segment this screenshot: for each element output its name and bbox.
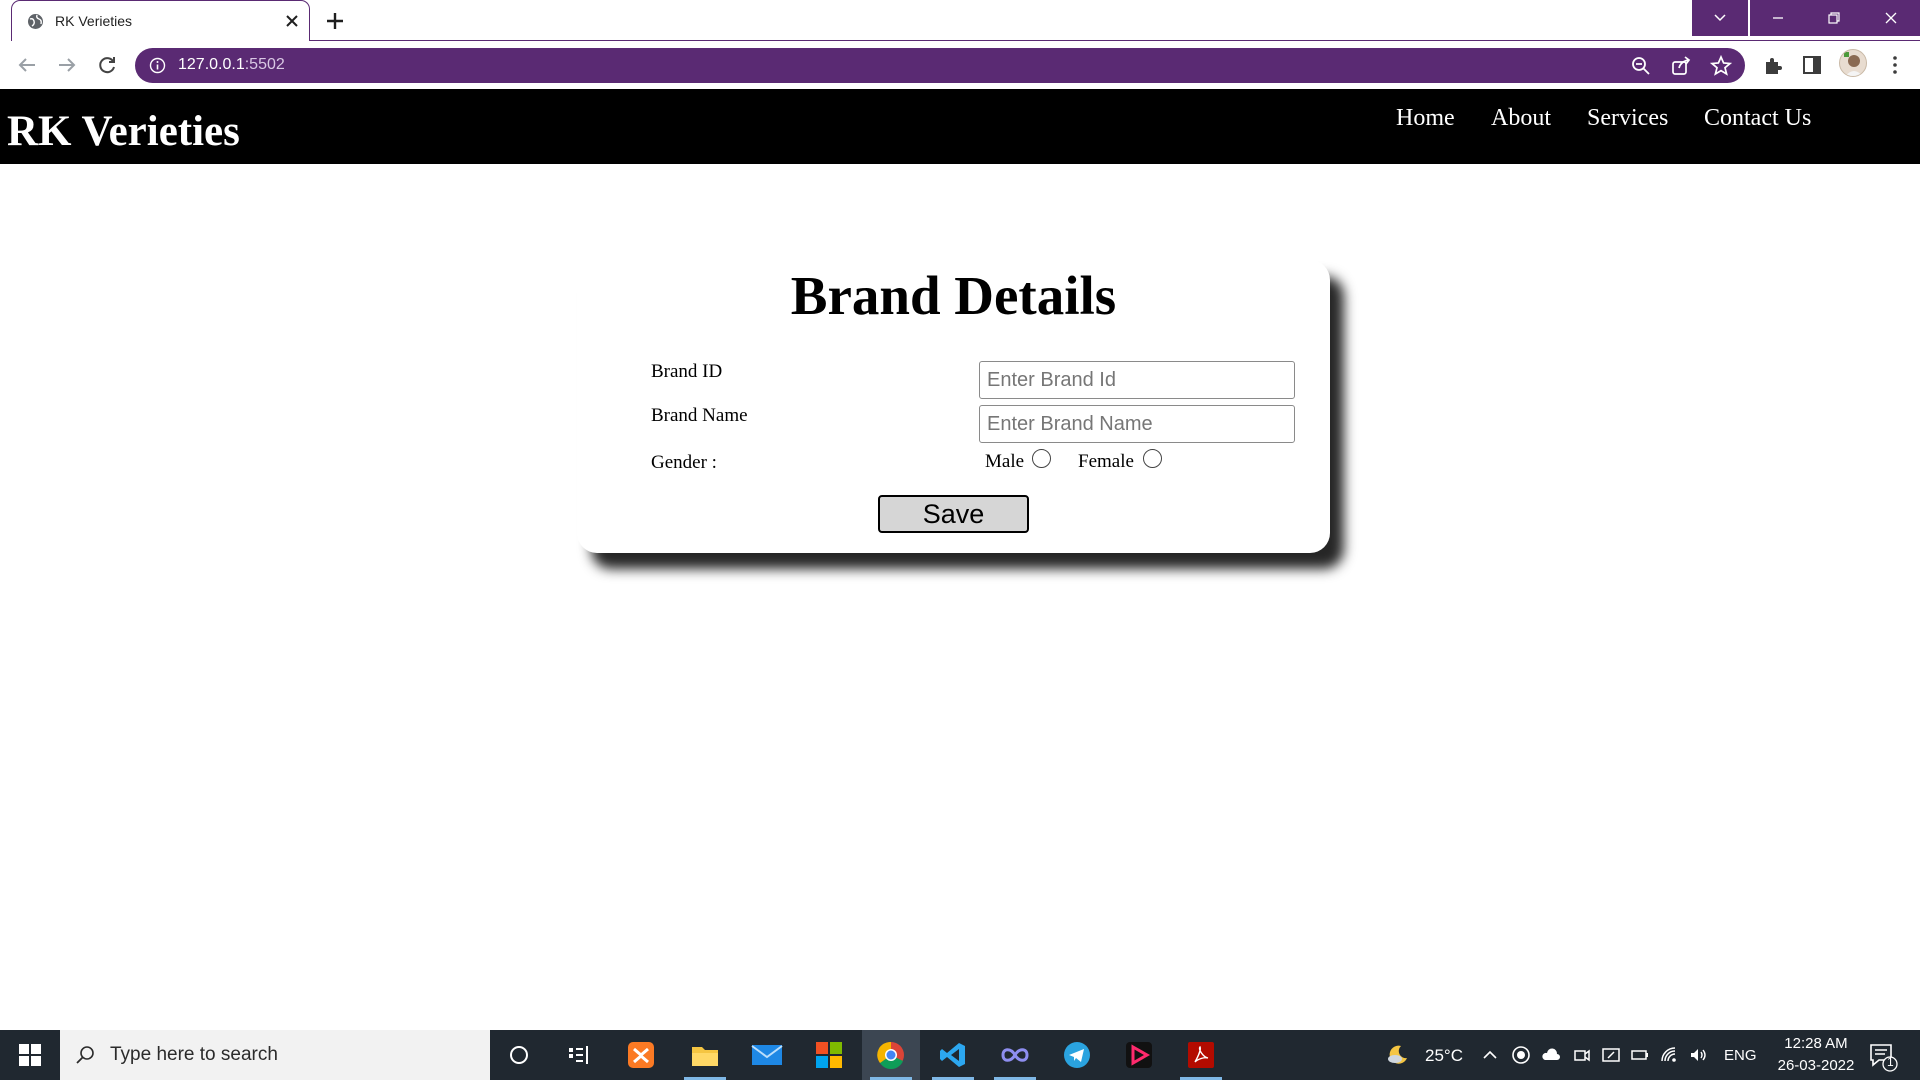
- file-explorer-app[interactable]: [676, 1030, 734, 1080]
- form-title: Brand Details: [790, 265, 1117, 326]
- cortana-button[interactable]: [490, 1030, 548, 1080]
- search-icon: [76, 1046, 94, 1064]
- nav-about-link[interactable]: About: [1491, 105, 1551, 132]
- nav-home-link[interactable]: Home: [1396, 105, 1455, 132]
- acrobat-app[interactable]: [1172, 1030, 1230, 1080]
- pdf-icon: [1188, 1042, 1214, 1068]
- more-menu-icon[interactable]: [1883, 53, 1907, 77]
- tab-search-button[interactable]: [1692, 0, 1748, 36]
- chrome-icon: [877, 1041, 904, 1069]
- clock-date[interactable]: 26-03-2022: [1772, 1057, 1860, 1074]
- task-view-icon: [569, 1046, 588, 1064]
- weather-moon-icon[interactable]: [1386, 1043, 1410, 1067]
- weather-temperature[interactable]: 25°C: [1425, 1046, 1463, 1066]
- profile-picture-icon: [1844, 52, 1863, 76]
- search-placeholder: Type here to search: [110, 1044, 278, 1065]
- cortana-circle-icon: [510, 1046, 528, 1064]
- vscode-icon: [940, 1043, 965, 1067]
- store-tiles-icon: [816, 1042, 842, 1068]
- battery-icon[interactable]: [1630, 1045, 1650, 1065]
- telegram-app[interactable]: [1048, 1030, 1106, 1080]
- new-tab-icon[interactable]: [323, 9, 347, 33]
- reload-icon[interactable]: [95, 53, 119, 77]
- browser-tab-strip: RK Verieties: [0, 0, 1920, 41]
- globe-icon: [28, 14, 43, 29]
- brand-details-card: Brand Details Brand ID Brand Name Gender…: [577, 260, 1330, 553]
- gender-label: Gender :: [651, 452, 717, 473]
- close-window-button[interactable]: [1862, 0, 1920, 36]
- mail-envelope-icon: [751, 1045, 783, 1065]
- start-button[interactable]: [0, 1030, 60, 1080]
- brand-id-input[interactable]: [979, 361, 1295, 399]
- chevron-up-icon[interactable]: [1480, 1045, 1500, 1065]
- brand-id-label: Brand ID: [651, 361, 723, 382]
- taskbar-search-box[interactable]: Type here to search: [60, 1030, 490, 1080]
- profile-avatar[interactable]: [1839, 49, 1867, 77]
- chevron-down-icon: [1714, 14, 1726, 22]
- zoom-icon[interactable]: [1629, 54, 1653, 78]
- minimize-button[interactable]: [1750, 0, 1806, 36]
- notification-center-button[interactable]: 1: [1868, 1042, 1898, 1072]
- pen-workspace-icon[interactable]: [1601, 1045, 1621, 1065]
- clock-time[interactable]: 12:28 AM: [1780, 1035, 1852, 1052]
- windows-logo-icon: [19, 1044, 41, 1066]
- male-option-label[interactable]: Male: [985, 451, 1024, 473]
- tab-title: RK Verieties: [55, 13, 133, 29]
- windows-taskbar: Type here to search 25°C ENG 12:28 AM 26…: [0, 1030, 1920, 1080]
- onedrive-cloud-icon[interactable]: [1541, 1045, 1561, 1065]
- male-radio[interactable]: [1032, 449, 1051, 468]
- vscode-app[interactable]: [924, 1030, 982, 1080]
- extensions-puzzle-icon[interactable]: [1761, 53, 1785, 77]
- minimize-icon: [1773, 17, 1783, 19]
- nav-contact-link[interactable]: Contact Us: [1704, 105, 1811, 132]
- bookmark-star-icon[interactable]: [1709, 54, 1733, 78]
- folder-icon: [692, 1047, 718, 1066]
- browser-toolbar: 127.0.0.1:5502: [0, 41, 1920, 89]
- nav-services-link[interactable]: Services: [1587, 105, 1668, 132]
- store-app[interactable]: [800, 1030, 858, 1080]
- notification-count: 1: [1887, 1055, 1894, 1069]
- address-bar[interactable]: 127.0.0.1:5502: [135, 48, 1745, 83]
- meet-now-icon[interactable]: [1572, 1045, 1592, 1065]
- female-option-label[interactable]: Female: [1078, 451, 1134, 473]
- infinity-app[interactable]: [986, 1030, 1044, 1080]
- brand-name-input[interactable]: [979, 405, 1295, 443]
- save-button[interactable]: Save: [878, 495, 1029, 533]
- url-text: 127.0.0.1:5502: [178, 56, 285, 73]
- forward-arrow-icon[interactable]: [55, 53, 79, 77]
- close-icon: [1885, 12, 1897, 24]
- site-logo: RK Verieties: [7, 108, 240, 155]
- wifi-icon[interactable]: [1659, 1045, 1679, 1065]
- restore-icon: [1828, 12, 1840, 24]
- side-panel-icon[interactable]: [1800, 53, 1824, 77]
- brand-name-label: Brand Name: [651, 405, 748, 426]
- xampp-app[interactable]: [612, 1030, 670, 1080]
- site-header: RK Verieties Home About Services Contact…: [0, 89, 1920, 164]
- language-indicator[interactable]: ENG: [1724, 1047, 1757, 1064]
- restore-button[interactable]: [1806, 0, 1862, 36]
- infinity-icon: [1001, 1048, 1029, 1062]
- chrome-app[interactable]: [862, 1030, 920, 1080]
- telegram-icon: [1064, 1042, 1090, 1068]
- xampp-icon: [628, 1042, 654, 1068]
- female-radio[interactable]: [1143, 449, 1162, 468]
- back-arrow-icon[interactable]: [15, 53, 39, 77]
- site-info-icon[interactable]: [149, 57, 166, 74]
- close-tab-icon[interactable]: [282, 11, 302, 31]
- volume-icon[interactable]: [1688, 1045, 1708, 1065]
- media-app[interactable]: [1110, 1030, 1168, 1080]
- record-icon[interactable]: [1511, 1045, 1531, 1065]
- share-icon[interactable]: [1669, 54, 1693, 78]
- browser-tab[interactable]: RK Verieties: [11, 0, 310, 41]
- media-app-icon: [1126, 1042, 1152, 1068]
- mail-app[interactable]: [738, 1030, 796, 1080]
- task-view-button[interactable]: [550, 1030, 608, 1080]
